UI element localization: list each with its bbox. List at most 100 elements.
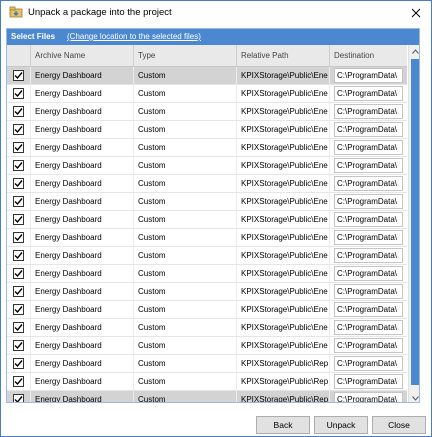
table-row[interactable]: Energy Dashboard Custom KPIXStorage\Public…: [7, 373, 407, 391]
relative-path-cell: KPIXStorage\Public\Ene: [237, 319, 330, 336]
table-row[interactable]: Energy Dashboard Custom KPIXStorage\Public…: [7, 229, 407, 247]
table-row[interactable]: Energy Dashboard Custom KPIXStorage\Public…: [7, 265, 407, 283]
table-row[interactable]: Energy Dashboard Custom KPIXStorage\Public…: [7, 67, 407, 85]
table-row[interactable]: Energy Dashboard Custom KPIXStorage\Public…: [7, 103, 407, 121]
destination-field[interactable]: C:\ProgramData\: [334, 284, 403, 299]
row-checkbox[interactable]: [13, 304, 24, 315]
column-header-relative-path[interactable]: Relative Path: [237, 45, 330, 67]
table-row[interactable]: Energy Dashboard Custom KPIXStorage\Public…: [7, 319, 407, 337]
table-row[interactable]: Energy Dashboard Custom KPIXStorage\Public…: [7, 283, 407, 301]
type-cell: Custom: [134, 211, 237, 228]
column-header-destination[interactable]: Destination: [330, 45, 407, 67]
vertical-scrollbar[interactable]: [408, 45, 419, 402]
destination-field[interactable]: C:\ProgramData\: [334, 392, 403, 402]
type-cell: Custom: [134, 247, 237, 264]
relative-path-cell: KPIXStorage\Public\Ene: [237, 301, 330, 318]
destination-cell: C:\ProgramData\: [330, 391, 407, 402]
archive-name-cell: Energy Dashboard: [31, 139, 134, 156]
destination-field[interactable]: C:\ProgramData\: [334, 122, 403, 137]
close-icon[interactable]: [401, 1, 431, 25]
table-row[interactable]: Energy Dashboard Custom KPIXStorage\Public…: [7, 337, 407, 355]
row-check-cell: [7, 355, 31, 372]
row-checkbox[interactable]: [13, 376, 24, 387]
destination-field[interactable]: C:\ProgramData\: [334, 338, 403, 353]
back-button[interactable]: Back: [256, 416, 310, 434]
row-checkbox[interactable]: [13, 178, 24, 189]
destination-field[interactable]: C:\ProgramData\: [334, 374, 403, 389]
row-checkbox[interactable]: [13, 106, 24, 117]
destination-cell: C:\ProgramData\: [330, 373, 407, 390]
table-row[interactable]: Energy Dashboard Custom KPIXStorage\Public…: [7, 193, 407, 211]
panel-header: Select Files (Change location to the sel…: [7, 29, 419, 45]
table-row[interactable]: Energy Dashboard Custom KPIXStorage\Public…: [7, 247, 407, 265]
row-checkbox[interactable]: [13, 250, 24, 261]
row-check-cell: [7, 373, 31, 390]
destination-cell: C:\ProgramData\: [330, 247, 407, 264]
destination-cell: C:\ProgramData\: [330, 121, 407, 138]
row-checkbox[interactable]: [13, 340, 24, 351]
table-row[interactable]: Energy Dashboard Custom KPIXStorage\Public…: [7, 85, 407, 103]
destination-field[interactable]: C:\ProgramData\: [334, 302, 403, 317]
row-checkbox[interactable]: [13, 268, 24, 279]
change-location-link[interactable]: (Change location to the selected files): [67, 32, 201, 41]
table-row[interactable]: Energy Dashboard Custom KPIXStorage\Public…: [7, 391, 407, 402]
row-checkbox[interactable]: [13, 88, 24, 99]
destination-field[interactable]: C:\ProgramData\: [334, 176, 403, 191]
destination-field[interactable]: C:\ProgramData\: [334, 158, 403, 173]
destination-field[interactable]: C:\ProgramData\: [334, 356, 403, 371]
row-checkbox[interactable]: [13, 322, 24, 333]
destination-field[interactable]: C:\ProgramData\: [334, 230, 403, 245]
panel-title: Select Files: [11, 32, 56, 41]
destination-cell: C:\ProgramData\: [330, 283, 407, 300]
row-checkbox[interactable]: [13, 124, 24, 135]
destination-field[interactable]: C:\ProgramData\: [334, 320, 403, 335]
unpack-button[interactable]: Unpack: [314, 416, 368, 434]
row-checkbox[interactable]: [13, 286, 24, 297]
close-button[interactable]: Close: [372, 416, 426, 434]
table-row[interactable]: Energy Dashboard Custom KPIXStorage\Public…: [7, 301, 407, 319]
row-check-cell: [7, 337, 31, 354]
type-cell: Custom: [134, 373, 237, 390]
column-header-check[interactable]: [7, 45, 31, 67]
destination-field[interactable]: C:\ProgramData\: [334, 266, 403, 281]
table-row[interactable]: Energy Dashboard Custom KPIXStorage\Public…: [7, 211, 407, 229]
relative-path-cell: KPIXStorage\Public\Rep: [237, 355, 330, 372]
row-check-cell: [7, 85, 31, 102]
column-header-type[interactable]: Type: [134, 45, 237, 67]
row-checkbox[interactable]: [13, 142, 24, 153]
destination-field[interactable]: C:\ProgramData\: [334, 194, 403, 209]
scrollbar-thumb[interactable]: [411, 59, 419, 385]
destination-cell: C:\ProgramData\: [330, 157, 407, 174]
archive-name-cell: Energy Dashboard: [31, 229, 134, 246]
table-row[interactable]: Energy Dashboard Custom KPIXStorage\Public…: [7, 175, 407, 193]
row-checkbox[interactable]: [13, 196, 24, 207]
relative-path-cell: KPIXStorage\Public\Ene: [237, 247, 330, 264]
row-checkbox[interactable]: [13, 70, 24, 81]
destination-field[interactable]: C:\ProgramData\: [334, 212, 403, 227]
relative-path-cell: KPIXStorage\Public\Ene: [237, 265, 330, 282]
destination-field[interactable]: C:\ProgramData\: [334, 140, 403, 155]
row-check-cell: [7, 247, 31, 264]
table-row[interactable]: Energy Dashboard Custom KPIXStorage\Public…: [7, 121, 407, 139]
column-header-archive-name[interactable]: Archive Name: [31, 45, 134, 67]
row-checkbox[interactable]: [13, 160, 24, 171]
destination-field[interactable]: C:\ProgramData\: [334, 68, 403, 83]
table-row[interactable]: Energy Dashboard Custom KPIXStorage\Public…: [7, 355, 407, 373]
scroll-down-icon[interactable]: [409, 392, 419, 402]
destination-field[interactable]: C:\ProgramData\: [334, 86, 403, 101]
destination-cell: C:\ProgramData\: [330, 193, 407, 210]
destination-field[interactable]: C:\ProgramData\: [334, 104, 403, 119]
table-row[interactable]: Energy Dashboard Custom KPIXStorage\Public…: [7, 157, 407, 175]
scroll-up-icon[interactable]: [409, 45, 419, 57]
row-checkbox[interactable]: [13, 394, 24, 402]
relative-path-cell: KPIXStorage\Public\Ene: [237, 211, 330, 228]
select-files-panel: Select Files (Change location to the sel…: [6, 28, 420, 403]
row-checkbox[interactable]: [13, 214, 24, 225]
row-checkbox[interactable]: [13, 232, 24, 243]
table-row[interactable]: Energy Dashboard Custom KPIXStorage\Public…: [7, 139, 407, 157]
row-checkbox[interactable]: [13, 358, 24, 369]
destination-field[interactable]: C:\ProgramData\: [334, 248, 403, 263]
relative-path-cell: KPIXStorage\Public\Ene: [237, 103, 330, 120]
destination-cell: C:\ProgramData\: [330, 229, 407, 246]
archive-name-cell: Energy Dashboard: [31, 301, 134, 318]
